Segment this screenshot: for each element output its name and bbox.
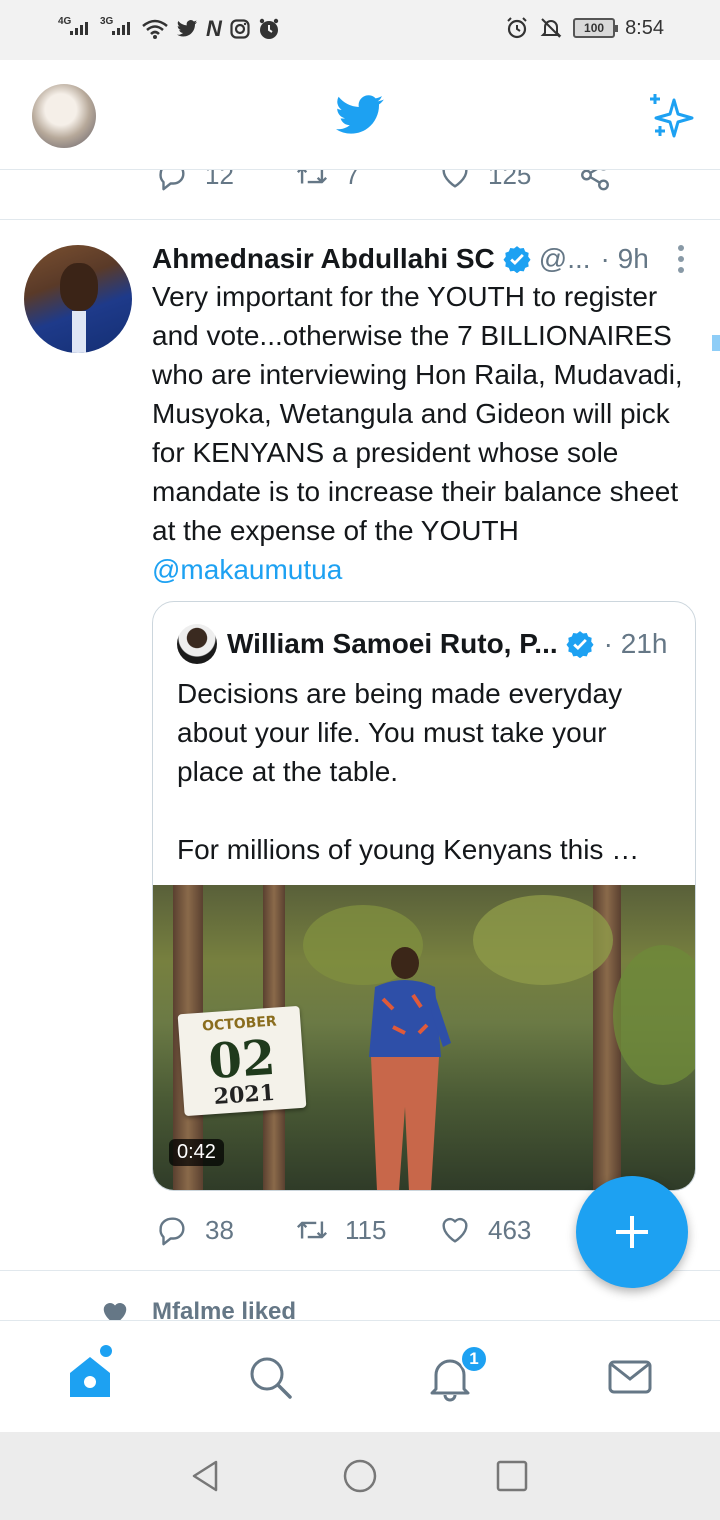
signal-4g-icon: 4G <box>58 16 92 42</box>
retweet-icon <box>296 170 328 184</box>
retweet-button[interactable]: 7 <box>295 170 438 192</box>
status-bar: 4G 3G N 100 8:54 <box>0 0 720 60</box>
signal-3g-icon: 3G <box>100 16 134 42</box>
scrollbar-indicator <box>712 335 720 351</box>
recents-square-icon[interactable] <box>494 1458 530 1494</box>
like-count: 463 <box>488 1214 532 1245</box>
tweet-text: Very important for the YOUTH to register… <box>152 277 702 589</box>
mention-link[interactable]: @makaumutua <box>152 554 342 585</box>
profile-avatar[interactable] <box>32 84 96 148</box>
retweet-button[interactable]: 115 <box>295 1213 438 1247</box>
tweet-header: Ahmednasir Abdullahi SC @... · 9h <box>152 241 697 277</box>
status-left-icons: 4G 3G N <box>58 16 280 42</box>
heart-icon <box>442 1217 468 1243</box>
foliage <box>473 895 613 985</box>
heart-icon <box>442 170 468 188</box>
tweet-actions: 38 115 463 <box>155 1213 578 1247</box>
retweet-icon <box>296 1221 328 1239</box>
quoted-author-name: William Samoei Ruto, P... <box>227 628 558 659</box>
like-button[interactable]: 125 <box>438 170 578 192</box>
more-options-icon[interactable] <box>678 245 686 273</box>
reply-button[interactable]: 12 <box>155 170 295 192</box>
author-handle: @... <box>538 243 591 274</box>
home-circle-icon[interactable] <box>342 1458 378 1494</box>
like-count: 125 <box>488 170 532 190</box>
next-timeline-item[interactable]: Mfalme liked <box>0 1272 720 1320</box>
person-figure <box>369 947 451 1190</box>
twitter-notification-icon <box>176 20 198 37</box>
mute-bell-icon <box>540 18 562 38</box>
heart-filled-icon <box>103 1303 127 1320</box>
video-duration: 0:42 <box>169 1139 224 1166</box>
instagram-notification-icon <box>230 19 250 39</box>
netflix-notification-icon: N <box>206 16 222 41</box>
reply-count: 38 <box>205 1214 234 1245</box>
plus-icon <box>616 1216 648 1248</box>
calendar-graphic: OCTOBER 02 2021 <box>177 1005 307 1117</box>
like-button[interactable]: 463 <box>438 1213 578 1247</box>
reply-icon <box>159 170 185 191</box>
quoted-tweet-header: William Samoei Ruto, P... · 21h <box>177 624 677 664</box>
share-button[interactable] <box>578 170 612 192</box>
system-navigation-bar <box>0 1432 720 1520</box>
status-right-icons: 100 8:54 <box>505 16 664 40</box>
twitter-bird-icon[interactable] <box>336 94 384 136</box>
back-icon[interactable] <box>188 1458 224 1494</box>
video-thumbnail[interactable]: OCTOBER 02 2021 0:42 <box>153 885 695 1190</box>
notifications-badge: 1 <box>460 1345 488 1373</box>
messages-mail-icon[interactable] <box>604 1351 656 1403</box>
share-icon <box>581 170 609 191</box>
social-context-text: Mfalme liked <box>152 1298 297 1320</box>
tweet-time: · 9h <box>600 243 649 274</box>
verified-badge-icon <box>503 246 531 273</box>
home-new-indicator <box>100 1345 112 1357</box>
wifi-icon <box>142 19 168 39</box>
reply-count: 12 <box>205 170 234 190</box>
foliage <box>613 945 695 1085</box>
previous-tweet-actions: 12 7 125 <box>0 170 720 220</box>
reply-button[interactable]: 38 <box>155 1213 295 1247</box>
reply-icon <box>159 1217 185 1246</box>
alarm-icon <box>507 17 527 39</box>
sparkle-icon[interactable] <box>646 92 696 140</box>
quoted-tweet-time: · 21h <box>603 628 668 659</box>
quoted-tweet-text: Decisions are being made everyday about … <box>177 678 640 865</box>
retweet-count: 7 <box>345 170 360 190</box>
app-notification-icon <box>259 18 279 39</box>
home-icon[interactable] <box>64 1351 116 1403</box>
author-name[interactable]: Ahmednasir Abdullahi SC <box>152 243 495 275</box>
retweet-count: 115 <box>345 1214 387 1245</box>
tweet-body: Very important for the YOUTH to register… <box>152 281 683 546</box>
search-icon[interactable] <box>244 1351 296 1403</box>
quoted-author-avatar <box>177 624 217 664</box>
quoted-tweet[interactable]: William Samoei Ruto, P... · 21h Decision… <box>152 601 696 1191</box>
status-time: 8:54 <box>625 16 664 39</box>
verified-badge-icon <box>566 631 594 658</box>
battery-indicator: 100 <box>573 18 619 38</box>
bottom-navigation: 1 <box>0 1320 720 1432</box>
tweet[interactable]: Ahmednasir Abdullahi SC @... · 9h Very i… <box>0 221 720 1271</box>
top-app-bar <box>0 60 720 170</box>
author-avatar[interactable] <box>24 245 132 353</box>
